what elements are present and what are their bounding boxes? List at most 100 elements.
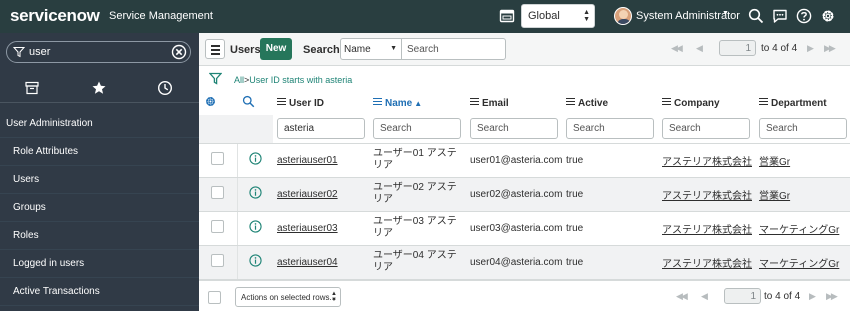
avatar[interactable]: [614, 7, 632, 25]
search-icon[interactable]: [748, 8, 764, 24]
active-cell: true: [562, 177, 658, 212]
filter-icon[interactable]: [208, 72, 223, 85]
user-id-filter-input[interactable]: [277, 118, 365, 140]
next-page-icon[interactable]: ▶: [809, 291, 816, 302]
first-page-icon[interactable]: ◀◀: [676, 291, 688, 302]
user-id-link[interactable]: asteriauser01: [277, 155, 338, 166]
breadcrumb-condition-link[interactable]: User ID starts with asteria: [249, 75, 352, 85]
company-link[interactable]: アステリア株式会社: [662, 157, 752, 168]
column-menu-icon[interactable]: [470, 97, 479, 106]
sidebar-item-user-administration[interactable]: User Administration: [0, 110, 199, 138]
navigator-filter[interactable]: user: [6, 41, 191, 63]
search-field-value: Name: [344, 44, 371, 55]
info-icon[interactable]: [249, 152, 262, 165]
history-icon[interactable]: [157, 80, 173, 96]
previous-page-icon[interactable]: ◀: [696, 43, 703, 54]
column-header-label[interactable]: User ID: [289, 98, 324, 109]
name-filter-input[interactable]: [373, 118, 461, 140]
last-page-icon[interactable]: ▶▶: [824, 43, 836, 54]
sidebar-item-users[interactable]: Users: [0, 166, 199, 194]
info-icon[interactable]: [249, 220, 262, 233]
active-cell: true: [562, 143, 658, 178]
previous-page-icon[interactable]: ◀: [701, 291, 708, 302]
first-page-icon[interactable]: ◀◀: [671, 43, 683, 54]
table-row: asteriauser04 ユーザー04 アステリア user04@asteri…: [199, 245, 850, 280]
user-id-link[interactable]: asteriauser03: [277, 223, 338, 234]
help-icon[interactable]: [796, 8, 812, 24]
breadcrumb-all-link[interactable]: All: [234, 75, 244, 85]
search-field-select[interactable]: Name ▼: [340, 38, 402, 60]
select-arrows-icon: ▲ ▼: [583, 9, 590, 23]
sidebar-item-role-attributes[interactable]: Role Attributes: [0, 138, 199, 166]
row-checkbox[interactable]: [211, 254, 225, 267]
breadcrumb: All>User ID starts with asteria: [234, 75, 352, 85]
select-all-checkbox[interactable]: [208, 291, 221, 304]
info-icon[interactable]: [249, 254, 262, 267]
sidebar-item-active-transactions[interactable]: Active Transactions: [0, 278, 199, 306]
column-header-name[interactable]: Name ▲: [369, 91, 466, 115]
sidebar-item-logged-in-users[interactable]: Logged in users: [0, 250, 199, 278]
list-context-menu-button[interactable]: [205, 39, 225, 59]
navigator-filter-value[interactable]: user: [29, 46, 50, 58]
sidebar-item-groups[interactable]: Groups: [0, 194, 199, 222]
row-checkbox[interactable]: [211, 152, 225, 165]
row-checkbox[interactable]: [211, 220, 225, 233]
table-header-row: User ID Name ▲ Email Active Company Depar…: [199, 91, 850, 115]
chat-icon[interactable]: [772, 8, 788, 24]
row-checkbox[interactable]: [211, 186, 225, 199]
gear-icon[interactable]: [204, 97, 217, 111]
department-filter-input[interactable]: [759, 118, 847, 140]
last-page-icon[interactable]: ▶▶: [826, 291, 838, 302]
column-header-label[interactable]: Active: [578, 98, 608, 109]
page-range-text: to 4 of 4: [764, 291, 801, 302]
servicenow-logo[interactable]: servicenow: [10, 6, 100, 26]
column-header-email[interactable]: Email: [466, 91, 562, 115]
page-number-input[interactable]: [724, 288, 761, 304]
department-link[interactable]: マーケティングGr: [759, 225, 839, 236]
department-link[interactable]: 営業Gr: [759, 157, 790, 168]
application-scope-select[interactable]: Global ▲ ▼: [521, 4, 595, 28]
next-page-icon[interactable]: ▶: [807, 43, 814, 54]
user-id-link[interactable]: asteriauser04: [277, 257, 338, 268]
column-menu-icon[interactable]: [759, 97, 768, 106]
active-filter-input[interactable]: [566, 118, 654, 140]
window-icon[interactable]: [499, 8, 515, 24]
column-header-label[interactable]: Email: [482, 98, 509, 109]
favorites-icon[interactable]: [91, 80, 107, 96]
info-icon[interactable]: [249, 186, 262, 199]
company-link[interactable]: アステリア株式会社: [662, 225, 752, 236]
filter-icon: [12, 46, 26, 58]
email-filter-input[interactable]: [470, 118, 558, 140]
column-header-company[interactable]: Company: [658, 91, 755, 115]
user-id-link[interactable]: asteriauser02: [277, 189, 338, 200]
department-link[interactable]: 営業Gr: [759, 191, 790, 202]
all-apps-icon[interactable]: [24, 80, 40, 96]
company-link[interactable]: アステリア株式会社: [662, 191, 752, 202]
column-header-label[interactable]: Department: [771, 98, 827, 109]
column-header-label[interactable]: Company: [674, 98, 720, 109]
column-menu-icon[interactable]: [277, 97, 286, 106]
active-cell: true: [562, 211, 658, 246]
actions-on-selected-rows-select[interactable]: Actions on selected rows... ▲ ▼: [235, 287, 341, 307]
column-menu-icon[interactable]: [662, 97, 671, 106]
company-link[interactable]: アステリア株式会社: [662, 259, 752, 270]
new-button[interactable]: New: [260, 38, 292, 60]
company-filter-input[interactable]: [662, 118, 750, 140]
search-icon[interactable]: [242, 95, 255, 111]
column-header-active[interactable]: Active: [562, 91, 658, 115]
column-menu-icon[interactable]: [566, 97, 575, 106]
column-header-user-id[interactable]: User ID: [273, 91, 369, 115]
column-menu-icon[interactable]: [373, 97, 382, 106]
list-search-input[interactable]: [402, 38, 506, 60]
users-list-table: User ID Name ▲ Email Active Company Depar…: [199, 91, 850, 280]
clear-filter-icon[interactable]: [171, 44, 187, 60]
gear-icon[interactable]: [820, 8, 836, 24]
search-label: Search: [303, 44, 340, 56]
sidebar-item-roles[interactable]: Roles: [0, 222, 199, 250]
column-header-label[interactable]: Name: [385, 98, 412, 109]
department-link[interactable]: マーケティングGr: [759, 259, 839, 270]
column-header-department[interactable]: Department: [755, 91, 850, 115]
list-footer: Actions on selected rows... ▲▼ ◀◀ ◀ to 4…: [199, 280, 850, 311]
page-number-input[interactable]: [719, 40, 756, 56]
chevron-down-icon[interactable]: ▼: [722, 10, 729, 17]
